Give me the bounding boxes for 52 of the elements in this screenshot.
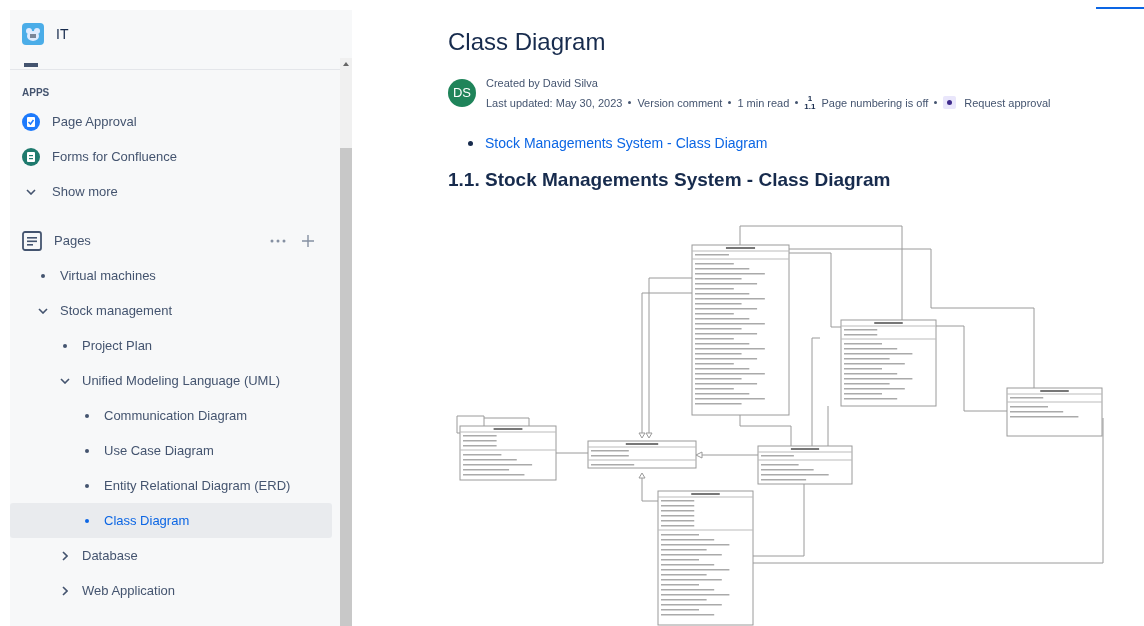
page-tree-item[interactable]: Project Plan xyxy=(10,328,332,363)
form-icon xyxy=(22,147,40,166)
request-approval-link[interactable]: Request approval xyxy=(964,94,1051,111)
page-tree-item[interactable]: Unified Modeling Language (UML) xyxy=(10,363,332,398)
add-icon[interactable] xyxy=(302,234,314,247)
approval-icon xyxy=(943,96,957,110)
document-icon xyxy=(22,230,42,251)
page-meta-text: Version comment xyxy=(637,95,723,111)
bullet-icon xyxy=(63,343,67,348)
bullet-icon xyxy=(85,413,89,418)
page-tree-item[interactable]: Use Case Diagram xyxy=(10,433,332,468)
bullet-icon xyxy=(85,483,89,488)
chevron-down-icon xyxy=(26,188,36,195)
page-tree-item[interactable]: Stock management xyxy=(10,293,332,328)
app-item[interactable]: Page Approval xyxy=(10,104,340,139)
check-badge-icon xyxy=(22,112,40,131)
numbering-icon: 1 1.1 xyxy=(804,94,816,111)
section-label: APPS xyxy=(22,86,50,100)
page-tree-item[interactable]: Communication Diagram xyxy=(10,398,332,433)
app-item[interactable]: Forms for Confluence xyxy=(10,139,340,174)
toc-link[interactable]: Stock Managements System - Class Diagram xyxy=(485,133,768,154)
bullet-icon xyxy=(468,141,473,146)
scroll-up-icon[interactable] xyxy=(343,62,349,66)
page-title: Class Diagram xyxy=(448,27,607,57)
bullet-icon xyxy=(85,518,89,523)
page-meta-text: 1 min read xyxy=(737,95,790,111)
page-tree-item[interactable]: Virtual machines xyxy=(10,258,332,293)
numbering-status[interactable]: Page numbering is off xyxy=(821,94,929,111)
separator-dot-icon xyxy=(728,101,732,105)
bullet-icon xyxy=(41,273,45,278)
chevron-right-icon xyxy=(62,585,68,596)
page-tree-item[interactable]: Database xyxy=(10,538,332,573)
page-meta-text: Last updated: May 30, 2023 xyxy=(486,95,623,111)
show-more-button[interactable]: Show more xyxy=(10,174,340,209)
chevron-right-icon xyxy=(62,550,68,561)
chevron-down-icon xyxy=(38,307,48,314)
separator-dot-icon xyxy=(934,101,938,105)
page-tree-item[interactable]: Class Diagram xyxy=(10,503,332,538)
more-icon[interactable] xyxy=(270,238,286,243)
author-line: Created by David Silva xyxy=(486,76,599,91)
separator-dot-icon xyxy=(795,101,799,105)
section-heading: 1.1. Stock Managements System - Class Diagram xyxy=(448,168,892,192)
chevron-down-icon xyxy=(60,377,70,384)
author-avatar[interactable]: DS xyxy=(448,79,476,107)
section-title[interactable]: Pages xyxy=(54,230,258,251)
space-logo-icon xyxy=(22,23,44,45)
bullet-icon xyxy=(85,448,89,453)
space-name[interactable]: IT xyxy=(56,23,69,45)
scrollbar[interactable] xyxy=(340,58,352,626)
page-tree-item[interactable]: Web Application xyxy=(10,573,332,608)
page-tree-item[interactable]: Entity Relational Diagram (ERD) xyxy=(10,468,332,503)
separator-dot-icon xyxy=(628,101,632,105)
